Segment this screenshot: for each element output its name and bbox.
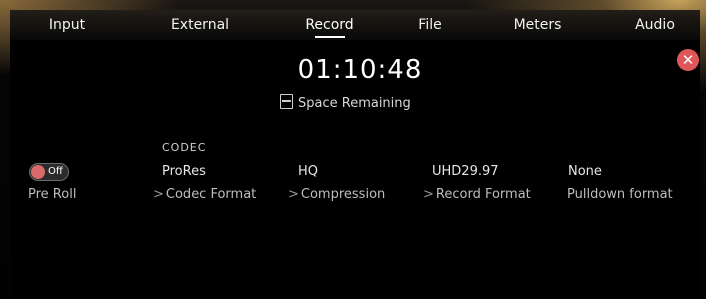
pulldown-format-setting[interactable]: Pulldown format [567, 187, 673, 202]
active-tab-indicator [314, 36, 345, 38]
space-remaining: Space Remaining [280, 94, 411, 112]
tab-audio[interactable]: Audio [615, 10, 695, 40]
pulldown-format-label: Pulldown format [567, 187, 673, 202]
space-remaining-label: Space Remaining [298, 96, 411, 111]
timecode-display: 01:10:48 [297, 55, 423, 85]
chevron-right-icon: > [288, 187, 299, 202]
codec-format-label: Codec Format [165, 187, 257, 202]
tab-input[interactable]: Input [22, 10, 112, 40]
record-format-setting[interactable]: > Record Format [423, 187, 531, 202]
screen: Input External Record File Meters Audio … [10, 10, 700, 296]
chevron-right-icon: > [153, 187, 164, 202]
chevron-right-icon: > [423, 187, 434, 202]
tab-record-label: Record [305, 17, 354, 33]
tab-meters[interactable]: Meters [495, 10, 580, 40]
record-format-value: UHD29.97 [432, 164, 499, 179]
toggle-knob [31, 165, 45, 179]
device-frame: Input External Record File Meters Audio … [0, 0, 706, 299]
close-button[interactable]: ✕ [677, 49, 699, 71]
compression-label: Compression [300, 187, 386, 202]
pre-roll-toggle-text: Off [48, 166, 63, 177]
pre-roll-toggle[interactable]: Off [29, 163, 69, 181]
tab-external[interactable]: External [150, 10, 250, 40]
compression-value: HQ [298, 164, 319, 179]
codec-section-header: CODEC [162, 141, 207, 154]
pulldown-format-value: None [568, 164, 602, 179]
close-icon: ✕ [681, 51, 695, 69]
compression-setting[interactable]: > Compression [288, 187, 385, 202]
tab-record[interactable]: Record [282, 10, 377, 40]
pre-roll-label: Pre Roll [28, 187, 77, 202]
codec-format-setting[interactable]: > Codec Format [153, 187, 256, 202]
tab-bar: Input External Record File Meters Audio [10, 10, 700, 40]
ssd-icon [280, 94, 293, 109]
record-format-label: Record Format [435, 187, 531, 202]
codec-format-value: ProRes [162, 164, 206, 179]
tab-file[interactable]: File [395, 10, 465, 40]
